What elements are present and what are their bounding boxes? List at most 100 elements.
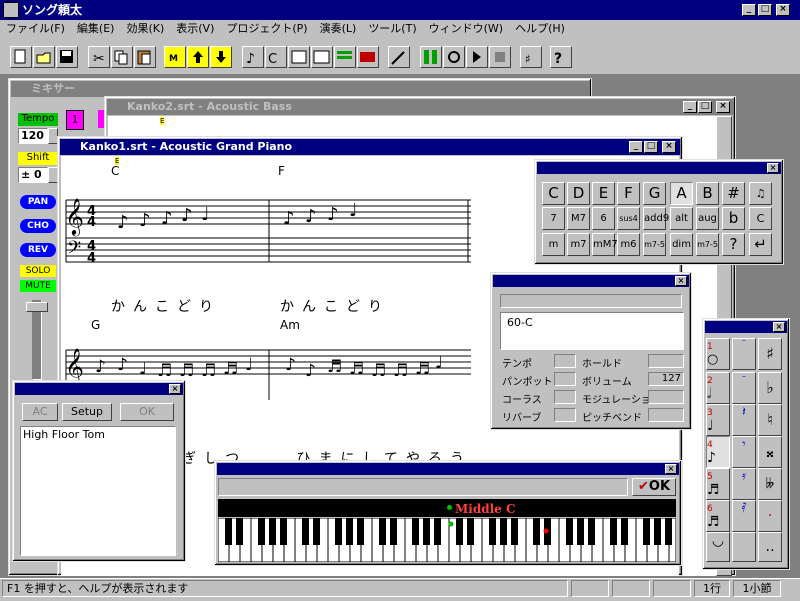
chord-sus4[interactable]: sus4 xyxy=(617,207,640,230)
chord-flat[interactable]: b xyxy=(722,207,745,230)
drum-list-item[interactable]: High Floor Tom xyxy=(23,428,105,441)
quarter-note-button[interactable]: 3 ♩ xyxy=(706,404,730,436)
chord-m7-5-b[interactable]: m7-5 xyxy=(696,233,719,256)
bass-close-button[interactable]: × xyxy=(716,101,730,113)
rest-whole-button[interactable]: 𝄻 xyxy=(732,338,756,370)
dot-button[interactable] xyxy=(732,532,756,562)
menu-edit[interactable]: 編集(E) xyxy=(71,20,121,38)
chord-dim[interactable]: dim xyxy=(670,233,693,256)
half-note-button[interactable]: 2 𝅗𝅥 xyxy=(706,372,730,404)
piano-keyboard[interactable] xyxy=(218,518,676,562)
tie-button[interactable]: ◡ xyxy=(706,532,730,562)
chord-add9[interactable]: add9 xyxy=(643,207,669,230)
piano-close-button[interactable]: × xyxy=(662,141,676,153)
chorus-prop-field[interactable] xyxy=(554,390,576,404)
volume-slider-thumb[interactable] xyxy=(26,302,48,312)
chord-special-2[interactable]: C xyxy=(749,207,772,230)
lyrics-line-1a[interactable]: かんこどり xyxy=(111,296,221,316)
natural-button[interactable]: ♮ xyxy=(758,404,782,436)
note-value-field[interactable]: 60-C xyxy=(500,312,684,350)
note-properties-close-button[interactable]: × xyxy=(675,276,687,286)
chord-palette-close-button[interactable]: × xyxy=(767,163,779,173)
minimize-button[interactable]: _ xyxy=(742,4,756,16)
chord-6[interactable]: 6 xyxy=(592,207,615,230)
chord-root-e[interactable]: E xyxy=(592,182,615,205)
rest-eighth-button[interactable]: 𝄾 xyxy=(732,436,756,468)
chord-root-f[interactable]: F xyxy=(617,182,640,205)
volume-prop-field[interactable]: 127 xyxy=(648,372,684,386)
ok-button[interactable]: OK xyxy=(120,403,174,421)
drum-close-button[interactable]: × xyxy=(169,384,181,394)
ac-button[interactable]: AC xyxy=(22,403,58,421)
chord-m7-major[interactable]: M7 xyxy=(567,207,590,230)
chord-root-d[interactable]: D xyxy=(567,182,590,205)
chord-root-g[interactable]: G xyxy=(643,182,666,205)
chord-f[interactable]: F xyxy=(278,164,285,178)
chord-m7[interactable]: m7 xyxy=(567,233,590,256)
menu-window[interactable]: ウィンドウ(W) xyxy=(423,20,509,38)
chord-alt[interactable]: alt xyxy=(670,207,693,230)
menu-project[interactable]: プロジェクト(P) xyxy=(220,20,313,38)
double-flat-button[interactable]: 𝄫 xyxy=(758,468,782,500)
chord-m[interactable]: m xyxy=(542,233,565,256)
rest-quarter-button[interactable]: 𝄽 xyxy=(732,404,756,436)
keyboard-ok-button[interactable]: ✔OK xyxy=(632,478,676,496)
bass-minimize-button[interactable]: _ xyxy=(683,101,697,113)
grand-staff-1[interactable]: 𝄞 𝄢 44 44 ♪ ♪ ♪ ♪ ♩ ♪ ♪ ♪ ♩ xyxy=(61,190,501,270)
tempo-input[interactable]: 120 xyxy=(18,128,48,144)
solo-button[interactable]: SOLO xyxy=(20,265,56,277)
eighth-note-button[interactable]: 4 ♪ xyxy=(706,436,730,468)
pan-button[interactable]: PAN xyxy=(20,195,56,209)
hold-prop-field[interactable] xyxy=(648,354,684,368)
enter-icon[interactable]: ↵ xyxy=(749,233,772,256)
chord-m6[interactable]: m6 xyxy=(617,233,640,256)
chord-unknown[interactable]: ? xyxy=(722,233,745,256)
pitchbend-prop-field[interactable] xyxy=(648,408,684,422)
chord-am[interactable]: Am xyxy=(280,318,300,332)
rest-half-button[interactable]: 𝄼 xyxy=(732,372,756,404)
keyboard-close-button[interactable]: × xyxy=(665,464,677,474)
menu-file[interactable]: ファイル(F) xyxy=(0,20,71,38)
rest-thirtysecond-button[interactable]: 𝅀 xyxy=(732,500,756,532)
chord-7[interactable]: 7 xyxy=(542,207,565,230)
double-sharp-button[interactable]: 𝄪 xyxy=(758,436,782,468)
modulation-prop-field[interactable] xyxy=(648,390,684,404)
thirtysecond-note-button[interactable]: 6 ♬ xyxy=(706,500,730,532)
chord-root-b[interactable]: B xyxy=(696,182,719,205)
staccato-button[interactable]: · xyxy=(758,500,782,532)
piano-maximize-button[interactable]: □ xyxy=(644,141,658,153)
panpot-prop-field[interactable] xyxy=(554,372,576,386)
chord-c[interactable]: C xyxy=(111,164,119,178)
reverb-button[interactable]: REV xyxy=(20,243,56,257)
chorus-button[interactable]: CHO xyxy=(20,219,56,233)
menu-effect[interactable]: 効果(K) xyxy=(120,20,170,38)
drum-list[interactable] xyxy=(20,426,176,556)
setup-button[interactable]: Setup xyxy=(62,403,112,421)
lyrics-line-1b[interactable]: かんこどり xyxy=(280,296,390,316)
maximize-button[interactable]: □ xyxy=(758,4,772,16)
close-button[interactable]: × xyxy=(776,4,790,16)
menu-help[interactable]: ヘルプ(H) xyxy=(509,20,571,38)
chord-mm7[interactable]: mM7 xyxy=(592,233,618,256)
double-dot-button[interactable]: ‥ xyxy=(758,532,782,562)
chord-sharp[interactable]: # xyxy=(722,182,745,205)
shift-input[interactable]: ± 0 xyxy=(18,167,48,183)
sharp-button[interactable]: ♯ xyxy=(758,338,782,370)
menu-play[interactable]: 演奏(L) xyxy=(314,20,363,38)
bass-maximize-button[interactable]: □ xyxy=(698,101,712,113)
flat-button[interactable]: ♭ xyxy=(758,372,782,404)
chord-root-c[interactable]: C xyxy=(542,182,565,205)
mute-button[interactable]: MUTE xyxy=(20,280,56,292)
piano-minimize-button[interactable]: _ xyxy=(629,141,643,153)
channel-1-button[interactable]: 1 xyxy=(66,110,84,130)
menu-view[interactable]: 表示(V) xyxy=(170,20,220,38)
reverb-prop-field[interactable] xyxy=(554,408,576,422)
chord-root-a[interactable]: A xyxy=(670,182,693,205)
tempo-prop-field[interactable] xyxy=(554,354,576,368)
menu-tools[interactable]: ツール(T) xyxy=(362,20,422,38)
whole-note-button[interactable]: 1 ○ xyxy=(706,338,730,370)
chord-g[interactable]: G xyxy=(91,318,100,332)
rest-sixteenth-button[interactable]: 𝄿 xyxy=(732,468,756,500)
chord-aug[interactable]: aug xyxy=(696,207,719,230)
note-palette-close-button[interactable]: × xyxy=(773,322,785,332)
